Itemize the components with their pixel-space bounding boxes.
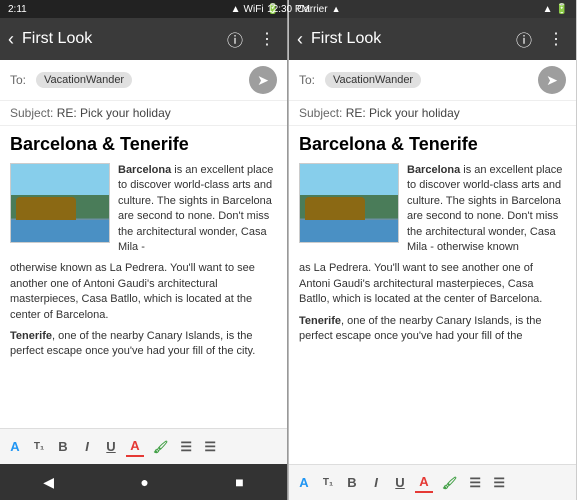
left-nav-back[interactable]: ◀ [43,474,54,491]
left-status-time: 2:11 [8,4,27,15]
left-image-water [11,220,109,242]
right-status-icons: ▲ 🔋 [543,4,568,15]
right-body-text1-short: is an excellent place to discover world-… [407,164,562,253]
left-body-text1-short: is an excellent place to discover world-… [118,164,273,253]
left-send-button[interactable]: ➤ [249,66,277,94]
right-status-time: 12:30 PM [288,4,310,15]
left-tenerife-text: Tenerife, one of the nearby Canary Islan… [10,329,277,360]
right-email-image [299,163,399,243]
left-to-row: To: VacationWander ➤ [0,60,287,101]
right-body-layout: Barcelona is an excellent place to disco… [299,163,566,255]
right-email-headline: Barcelona & Tenerife [299,134,566,155]
left-body-bold2: Tenerife [10,330,52,342]
left-toolbar-list2-button[interactable]: ☰ [201,437,219,457]
right-email-text-col: Barcelona is an excellent place to disco… [407,163,566,255]
right-toolbar-underline-button[interactable]: U [391,473,409,492]
right-subject-text: RE: Pick your holiday [346,106,460,120]
left-email-headline: Barcelona & Tenerife [10,134,277,155]
back-button[interactable]: ‹ [8,29,14,50]
right-email-full-text: as La Pedrera. You'll want to see anothe… [299,261,566,307]
left-app-bar: ‹ First Look ⓘ ⋮ [0,18,287,60]
right-info-icon[interactable]: ⓘ [512,25,536,53]
right-battery-icon: 🔋 [556,4,568,15]
left-info-icon[interactable]: ⓘ [223,25,247,53]
left-nav-home[interactable]: ● [140,474,148,490]
right-app-title: First Look [311,30,504,48]
left-body-bold1: Barcelona [118,164,171,176]
right-signal-icon: ▲ [543,4,553,15]
right-status-bar: Carrier ▲ 12:30 PM ▲ 🔋 [289,0,576,18]
left-toolbar-bold-button[interactable]: B [54,437,72,456]
right-body-bold1: Barcelona [407,164,460,176]
right-phone-panel: Carrier ▲ 12:30 PM ▲ 🔋 ‹ First Look ⓘ ⋮ … [288,0,576,500]
right-app-bar: ‹ First Look ⓘ ⋮ [289,18,576,60]
left-email-content: To: VacationWander ➤ Subject: RE: Pick y… [0,60,287,464]
right-tenerife-text: Tenerife, one of the nearby Canary Islan… [299,314,566,345]
right-more-icon[interactable]: ⋮ [544,27,568,51]
right-send-button[interactable]: ➤ [538,66,566,94]
right-toolbar: A T₁ B I U A 🖌 ☰ ☰ [289,464,576,500]
right-toolbar-italic-button[interactable]: I [367,473,385,492]
left-toolbar-a-button[interactable]: A [6,437,24,456]
right-image-roller [305,197,365,222]
right-toolbar-t1-button[interactable]: T₁ [319,475,337,490]
left-toolbar-t1-button[interactable]: T₁ [30,439,48,454]
left-image-roller [16,197,76,222]
left-subject-row: Subject: RE: Pick your holiday [0,101,287,126]
right-toolbar-bold-button[interactable]: B [343,473,361,492]
signal-icon: ▲ [231,4,241,15]
right-toolbar-list1-button[interactable]: ☰ [466,473,484,493]
left-more-icon[interactable]: ⋮ [255,27,279,51]
left-body-area: Barcelona & Tenerife Barcelona is an exc… [0,126,287,428]
right-recipient-chip[interactable]: VacationWander [325,72,421,88]
left-phone-panel: 2:11 ▲ WiFi 🔋 ‹ First Look ⓘ ⋮ To: Vacat… [0,0,288,500]
left-toolbar: A T₁ B I U A 🖌 ☰ ☰ [0,428,287,464]
right-image-water [300,220,398,242]
right-subject-row: Subject: RE: Pick your holiday [289,101,576,126]
right-to-row: To: VacationWander ➤ [289,60,576,101]
left-subject-label: Subject: [10,106,53,120]
right-body-area: Barcelona & Tenerife Barcelona is an exc… [289,126,576,464]
right-wifi-icon: ▲ [332,4,341,14]
right-subject-label: Subject: [299,106,342,120]
left-email-text-col: Barcelona is an excellent place to disco… [118,163,277,255]
right-back-button[interactable]: ‹ [297,29,303,50]
left-nav-bar: ◀ ● ■ [0,464,287,500]
left-subject-text: RE: Pick your holiday [57,106,171,120]
left-toolbar-underline-button[interactable]: U [102,437,120,456]
left-toolbar-italic-button[interactable]: I [78,437,96,456]
left-recipient-chip[interactable]: VacationWander [36,72,132,88]
left-app-title: First Look [22,30,215,48]
right-toolbar-highlight-button[interactable]: 🖌 [439,474,460,492]
right-to-label: To: [299,73,319,87]
left-toolbar-font-color-button[interactable]: A [126,436,144,457]
left-nav-square[interactable]: ■ [235,474,243,490]
left-status-bar: 2:11 ▲ WiFi 🔋 [0,0,287,18]
left-email-full-text: otherwise known as La Pedrera. You'll wa… [10,261,277,323]
left-body-layout: Barcelona is an excellent place to disco… [10,163,277,255]
right-toolbar-font-color-button[interactable]: A [415,472,433,493]
left-toolbar-highlight-button[interactable]: 🖌 [150,438,171,456]
left-toolbar-list1-button[interactable]: ☰ [177,437,195,457]
left-email-image [10,163,110,243]
wifi-icon: WiFi [244,4,264,15]
right-toolbar-a-button[interactable]: A [295,473,313,492]
left-to-label: To: [10,73,30,87]
right-body-bold2: Tenerife [299,315,341,327]
right-email-content: To: VacationWander ➤ Subject: RE: Pick y… [289,60,576,500]
right-toolbar-list2-button[interactable]: ☰ [490,473,508,493]
